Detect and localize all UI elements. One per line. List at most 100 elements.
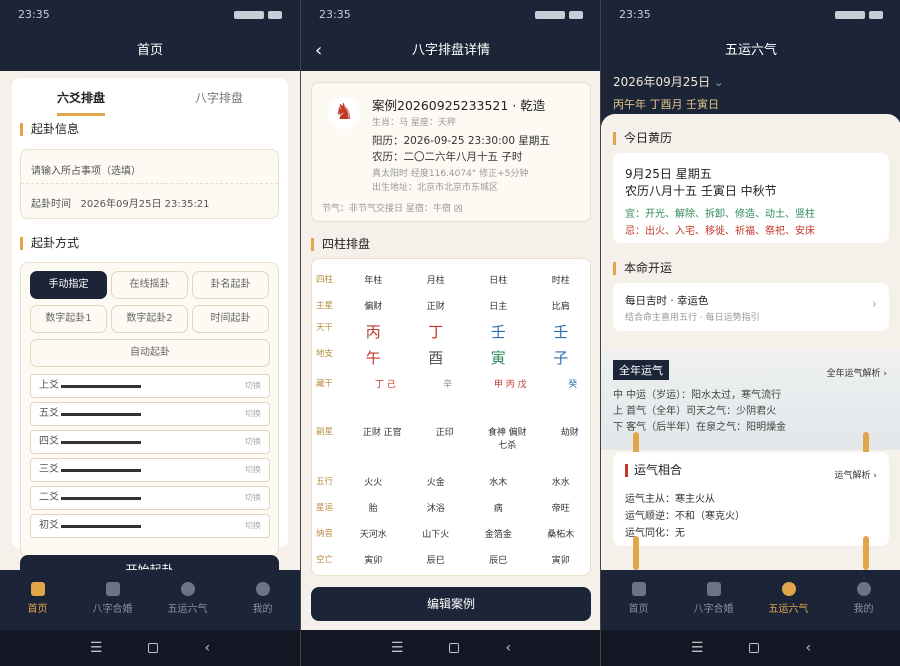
yao-row[interactable]: 四爻 切换 bbox=[30, 430, 270, 454]
tab-mine[interactable]: 我的 bbox=[826, 570, 900, 630]
edit-case-button[interactable]: 编辑案例 bbox=[311, 587, 591, 621]
cell: 火火 bbox=[364, 478, 383, 488]
row-header: 天干 bbox=[316, 323, 334, 333]
tab-label: 首页 bbox=[27, 604, 48, 615]
cell: 劫财 bbox=[560, 428, 579, 438]
clock: 23:35 bbox=[319, 8, 351, 21]
tab-home[interactable]: 首页 bbox=[601, 570, 676, 630]
section-title-info: 起卦信息 bbox=[20, 123, 79, 136]
menu-icon[interactable]: ☰ bbox=[691, 640, 704, 656]
tab-label: 五运六气 bbox=[768, 604, 809, 615]
tab-wuyun[interactable]: 五运六气 bbox=[150, 570, 225, 630]
tab-home[interactable]: 首页 bbox=[0, 570, 75, 630]
luck-card[interactable]: 每日吉时 · 幸运色 结合命主喜用五行 · 每日运势指引 › bbox=[613, 283, 889, 331]
yao-label: 三爻 bbox=[39, 464, 59, 475]
almanac-card[interactable]: 9月25日 星期五 农历八月十五 壬寅日 中秋节 宜：开光、解除、拆卸、修造、动… bbox=[613, 153, 889, 243]
switch-link[interactable]: 切换 bbox=[245, 431, 261, 453]
switch-link[interactable]: 切换 bbox=[245, 375, 261, 397]
yang-line bbox=[61, 497, 141, 500]
table-row: 天干 丙 丁 壬 壬 bbox=[312, 321, 592, 342]
zodiac: 生肖：马 星座：天秤 bbox=[372, 118, 456, 128]
luck-title: 本命开运 bbox=[613, 262, 672, 275]
tab-bazi[interactable]: 八字排盘 bbox=[195, 78, 243, 118]
status-bar: 23:35 bbox=[0, 0, 300, 30]
year-link[interactable]: 全年运气解析 › bbox=[827, 366, 887, 379]
case-title: 案例20260925233521 · 乾造 bbox=[372, 98, 546, 113]
row-header: 主星 bbox=[316, 301, 334, 311]
tab-hehun[interactable]: 八字合婚 bbox=[75, 570, 150, 630]
home-icon[interactable] bbox=[148, 643, 159, 653]
solar-date: 阳历：2026-09-25 23:30:00 星期五 bbox=[372, 135, 550, 147]
cell: 壬 bbox=[553, 323, 569, 341]
yang-line bbox=[61, 413, 141, 416]
cell: 正财 正官 bbox=[362, 428, 402, 438]
yao-row[interactable]: 初爻 切换 bbox=[30, 514, 270, 538]
table-row: 五行 火火 火金 水木 水水 bbox=[312, 475, 592, 488]
year-line-2: 上 首气（全年）司天之气：少阴君火 bbox=[613, 406, 777, 417]
cell: 桑柘木 bbox=[547, 530, 575, 540]
cell: 年柱 bbox=[364, 276, 383, 286]
tab-hehun[interactable]: 八字合婚 bbox=[676, 570, 751, 630]
cell: 癸 bbox=[568, 380, 578, 390]
cell: 壬 bbox=[490, 323, 506, 341]
back-icon[interactable]: ‹ bbox=[805, 640, 811, 656]
person-icon bbox=[255, 582, 270, 596]
cell: 辰巳 bbox=[489, 556, 508, 566]
method-name[interactable]: 卦名起卦 bbox=[192, 271, 269, 299]
dharma-wheel-icon bbox=[180, 582, 195, 596]
back-icon[interactable]: ‹ bbox=[204, 640, 210, 656]
tab-mine[interactable]: 我的 bbox=[225, 570, 300, 630]
method-time[interactable]: 时间起卦 bbox=[192, 305, 269, 333]
bazi-detail-screen: 23:35 ‹ 八字排盘详情 ♞ 案例20260925233521 · 乾造 生肖… bbox=[300, 0, 600, 666]
method-num2[interactable]: 数字起卦2 bbox=[111, 305, 188, 333]
method-auto[interactable]: 自动起卦 bbox=[30, 339, 270, 367]
table-row: 藏干 丁 己 辛 甲 丙 戊 癸 bbox=[312, 377, 592, 423]
cell: 午 bbox=[365, 349, 381, 367]
time-value[interactable]: 2026年09月25日 23:35:21 bbox=[81, 199, 210, 210]
home-icon[interactable] bbox=[749, 643, 760, 653]
year-link-label: 全年运气解析 bbox=[826, 369, 881, 379]
yao-label: 五爻 bbox=[39, 408, 59, 419]
row-header: 星运 bbox=[316, 503, 334, 513]
true-solar-time: 真太阳时 经度116.4074° 修正+5分钟 bbox=[372, 169, 529, 179]
table-row: 星运 胎 沐浴 病 帝旺 bbox=[312, 501, 592, 514]
match-card[interactable]: 运气相合 运气解析 › 运气主从：寒主火从 运气顺逆：不和（寒克火） 运气同化：… bbox=[613, 452, 889, 546]
row-header: 空亡 bbox=[316, 555, 334, 565]
cell: 山下火 bbox=[422, 530, 450, 540]
cell: 酉 bbox=[428, 349, 444, 367]
switch-link[interactable]: 切换 bbox=[245, 515, 261, 537]
match-title: 运气相合 bbox=[625, 464, 682, 477]
tab-wuyun[interactable]: 五运六气 bbox=[751, 570, 826, 630]
yao-label: 初爻 bbox=[39, 520, 59, 531]
date-picker[interactable]: 2026年09月25日 ⌄ bbox=[613, 71, 889, 90]
yao-row[interactable]: 二爻 切换 bbox=[30, 486, 270, 510]
home-screen: 23:35 首页 六爻排盘 八字排盘 起卦信息 请输入所占事项（选填） 起卦时间… bbox=[0, 0, 300, 666]
method-online[interactable]: 在线摇卦 bbox=[111, 271, 188, 299]
person-icon bbox=[856, 582, 871, 596]
method-manual[interactable]: 手动指定 bbox=[30, 271, 107, 299]
status-icons bbox=[835, 8, 883, 22]
ji-line: 忌：出火、入宅、移徙、祈福、祭祀、安床 bbox=[625, 226, 815, 237]
year-line-3: 下 客气（后半年）在泉之气：阳明燥金 bbox=[613, 422, 787, 433]
match-link[interactable]: 运气解析 › bbox=[835, 468, 877, 481]
tab-liuyao[interactable]: 六爻排盘 bbox=[56, 80, 105, 116]
page-title: 八字排盘详情 bbox=[411, 43, 490, 58]
switch-link[interactable]: 切换 bbox=[245, 487, 261, 509]
switch-link[interactable]: 切换 bbox=[245, 459, 261, 481]
menu-icon[interactable]: ☰ bbox=[90, 640, 103, 656]
luck-main: 每日吉时 · 幸运色 bbox=[625, 295, 709, 307]
back-icon[interactable]: ‹ bbox=[505, 640, 511, 656]
yao-row[interactable]: 五爻 切换 bbox=[30, 402, 270, 426]
matter-input[interactable]: 请输入所占事项（选填） bbox=[21, 150, 278, 184]
method-num1[interactable]: 数字起卦1 bbox=[30, 305, 107, 333]
back-arrow-icon[interactable]: ‹ bbox=[315, 30, 322, 71]
yao-row[interactable]: 上爻 切换 bbox=[30, 374, 270, 398]
cell: 水水 bbox=[551, 478, 570, 488]
tab-label: 八字合婚 bbox=[92, 604, 133, 615]
menu-icon[interactable]: ☰ bbox=[391, 640, 404, 656]
yao-row[interactable]: 三爻 切换 bbox=[30, 458, 270, 482]
switch-link[interactable]: 切换 bbox=[245, 403, 261, 425]
cell: 帝旺 bbox=[551, 504, 570, 514]
cell: 比肩 bbox=[551, 302, 570, 312]
home-icon[interactable] bbox=[449, 643, 460, 653]
